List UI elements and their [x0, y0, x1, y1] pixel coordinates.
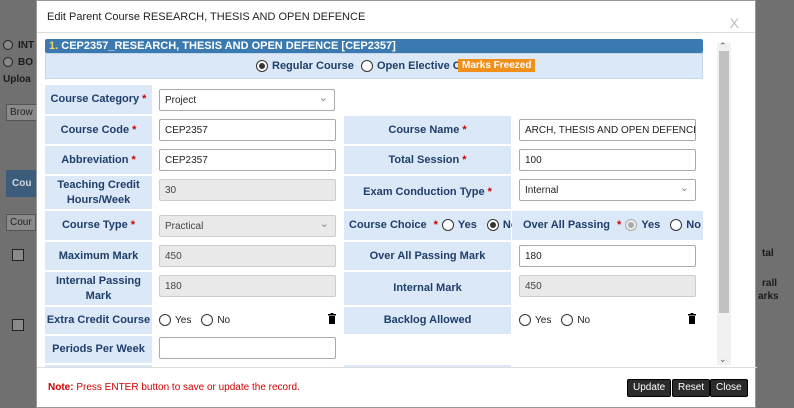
- over-all-passing-mark-input[interactable]: 180: [519, 245, 696, 267]
- exam-conduction-type-select[interactable]: Internal: [519, 179, 696, 201]
- bg-col-label-2b: arks: [758, 291, 779, 302]
- bg-radio-bo: [3, 57, 13, 67]
- bg-col-label-1: tal: [762, 248, 774, 259]
- exam-conduction-type-label: Exam Conduction Type *: [344, 176, 511, 210]
- scrollbar-thumb[interactable]: [719, 51, 729, 313]
- course-name-input[interactable]: ARCH, THESIS AND OPEN DEFENCE: [519, 119, 696, 141]
- close-button[interactable]: Close: [710, 379, 748, 397]
- note-label: Note:: [48, 382, 74, 393]
- bg-col-label-2a: rall: [762, 278, 778, 289]
- course-choice-label: Course Choice: [349, 219, 427, 231]
- backlog-no-label: No: [577, 314, 591, 326]
- section-header: 1. CEP2357_RESEARCH, THESIS AND OPEN DEF…: [45, 39, 703, 53]
- bg-radio-int-label: INT: [18, 40, 35, 51]
- internal-mark-label: Internal Mark: [344, 272, 511, 306]
- over-all-passing-no-radio[interactable]: [670, 219, 683, 231]
- close-icon[interactable]: X: [730, 15, 739, 31]
- extra-credit-course-options: Yes No: [159, 314, 230, 326]
- over-all-passing-mark-label: Over All Passing Mark: [344, 242, 511, 271]
- backlog-allowed-options: Yes No: [519, 314, 590, 326]
- abbreviation-input[interactable]: CEP2357: [159, 149, 336, 171]
- course-kind-bar: Regular Course Open Elective Course Mark…: [45, 53, 703, 79]
- regular-course-label: Regular Course: [272, 60, 354, 72]
- update-button[interactable]: Update: [627, 379, 672, 397]
- teaching-credit-label: Teaching Credit Hours/Week: [45, 176, 152, 210]
- abbreviation-label: Abbreviation *: [45, 146, 152, 175]
- internal-passing-mark-input: 180: [159, 275, 336, 297]
- backlog-yes-radio[interactable]: [519, 314, 531, 326]
- course-type-select: Practical: [159, 215, 336, 237]
- over-all-passing-field: Over All Passing * Yes No: [523, 219, 701, 231]
- internal-passing-mark-label: Internal Passing Mark: [45, 272, 152, 306]
- trash-icon[interactable]: [328, 313, 336, 327]
- modal-header: Edit Parent Course RESEARCH, THESIS AND …: [37, 1, 755, 33]
- regular-course-radio[interactable]: [256, 60, 268, 72]
- extra-credit-course-label: Extra Credit Course: [45, 307, 152, 335]
- periods-per-week-input[interactable]: [159, 337, 336, 359]
- course-type-label: Course Type *: [45, 211, 152, 241]
- extra-credit-no-radio[interactable]: [201, 314, 214, 326]
- teaching-credit-input: 30: [159, 179, 336, 201]
- open-elective-radio[interactable]: [361, 60, 373, 72]
- course-category-label: Course Category *: [45, 85, 152, 115]
- internal-mark-input: 450: [519, 275, 696, 297]
- scroll-up-icon[interactable]: ⌃: [719, 41, 727, 52]
- course-category-select[interactable]: Project: [159, 89, 335, 111]
- course-choice-field: Course Choice * Yes No: [349, 219, 518, 231]
- extra-credit-yes-radio[interactable]: [159, 314, 171, 326]
- total-session-input[interactable]: 100: [519, 149, 696, 171]
- over-all-passing-label: Over All Passing: [523, 219, 611, 231]
- edit-course-modal: Edit Parent Course RESEARCH, THESIS AND …: [36, 0, 757, 408]
- reset-button[interactable]: Reset: [672, 379, 711, 397]
- course-name-label: Course Name *: [344, 116, 511, 145]
- course-code-input[interactable]: CEP2357: [159, 119, 336, 141]
- extra-credit-no-label: No: [217, 314, 231, 326]
- over-all-passing-no-label: No: [686, 219, 701, 231]
- bg-checkbox-2: [12, 319, 24, 331]
- modal-title: Edit Parent Course RESEARCH, THESIS AND …: [47, 11, 366, 23]
- marks-freezed-badge: Marks Freezed: [458, 59, 536, 72]
- section-number: 1.: [49, 40, 59, 52]
- regular-course-option[interactable]: Regular Course: [256, 60, 354, 72]
- footer-note: Note: Press ENTER button to save or upda…: [48, 382, 300, 393]
- bg-tab: Cou: [6, 170, 38, 197]
- bg-radio-int: [3, 40, 13, 50]
- total-session-label: Total Session *: [344, 146, 511, 175]
- periods-per-week-label: Periods Per Week: [45, 336, 152, 364]
- trash-icon-backlog[interactable]: [688, 313, 696, 327]
- modal-scrollbar[interactable]: ⌃ ⌄: [717, 41, 731, 365]
- bg-upload-label: Uploa: [3, 74, 31, 85]
- note-text: Press ENTER button to save or update the…: [76, 382, 300, 393]
- backlog-yes-label: Yes: [535, 314, 552, 326]
- course-code-label: Course Code *: [45, 116, 152, 145]
- backlog-no-radio[interactable]: [561, 314, 574, 326]
- bg-radio-bo-label: BO: [18, 57, 33, 68]
- bg-checkbox-1: [12, 249, 24, 261]
- modal-footer: Note: Press ENTER button to save or upda…: [37, 367, 757, 408]
- scroll-down-icon[interactable]: ⌄: [719, 354, 727, 365]
- extra-credit-yes-label: Yes: [175, 314, 192, 326]
- maximum-mark-label: Maximum Mark: [45, 242, 152, 271]
- backlog-allowed-label: Backlog Allowed: [344, 307, 511, 335]
- bg-tab2: Cour: [6, 214, 36, 231]
- modal-body: 1. CEP2357_RESEARCH, THESIS AND OPEN DEF…: [37, 33, 757, 367]
- course-choice-yes-label: Yes: [457, 219, 477, 231]
- over-all-passing-yes-radio: [625, 219, 638, 231]
- bg-browse-button: Brow: [6, 104, 37, 121]
- course-choice-no-radio[interactable]: [486, 219, 499, 231]
- maximum-mark-input: 450: [159, 245, 336, 267]
- course-choice-yes-radio[interactable]: [441, 219, 454, 231]
- over-all-passing-yes-label: Yes: [641, 219, 661, 231]
- section-title: CEP2357_RESEARCH, THESIS AND OPEN DEFENC…: [61, 40, 396, 52]
